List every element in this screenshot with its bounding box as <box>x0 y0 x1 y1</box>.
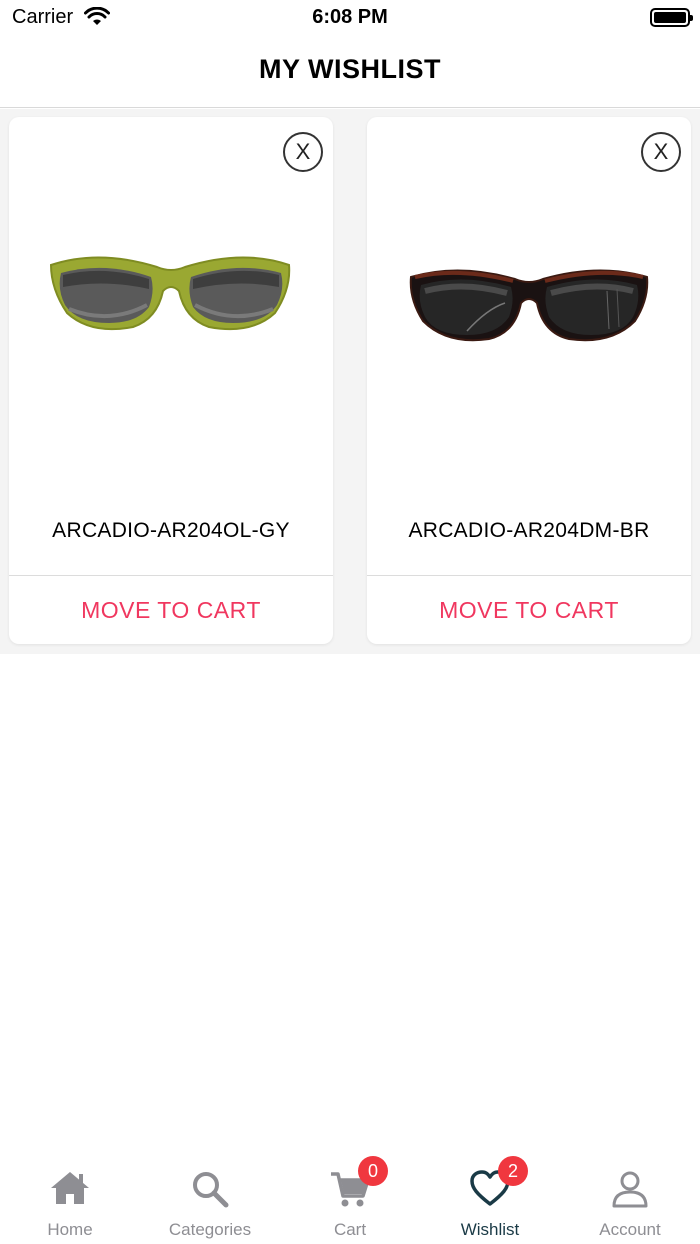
product-name: ARCADIO-AR204OL-GY <box>52 519 290 542</box>
product-name: ARCADIO-AR204DM-BR <box>408 519 650 542</box>
battery-icon <box>650 8 693 27</box>
wishlist-grid: X ARCADIO-AR204OL-GY MOVE TO CART X ARCA… <box>0 109 700 654</box>
user-icon <box>612 1171 648 1208</box>
move-to-cart-button[interactable]: MOVE TO CART <box>367 576 691 644</box>
navigation-header: MY WISHLIST <box>0 36 700 108</box>
remove-item-button[interactable]: X <box>641 132 681 172</box>
tab-label: Cart <box>333 1220 367 1239</box>
tab-label: Wishlist <box>460 1220 520 1239</box>
remove-item-button[interactable]: X <box>283 132 323 172</box>
product-image[interactable] <box>39 239 303 349</box>
tab-label: Categories <box>168 1220 252 1239</box>
tab-account[interactable]: Account <box>560 1164 700 1244</box>
search-icon <box>193 1172 229 1208</box>
status-bar: Carrier 6:08 PM <box>0 0 700 36</box>
page-title: MY WISHLIST <box>258 54 441 84</box>
tab-bar: Home Categories 0 Cart 2 Wishlist Accoun… <box>0 1156 700 1244</box>
home-icon <box>51 1172 89 1204</box>
tab-label: Home <box>47 1220 93 1239</box>
wishlist-card: X ARCADIO-AR204DM-BR MOVE TO CART <box>367 117 691 644</box>
clock: 6:08 PM <box>312 6 388 28</box>
tab-wishlist[interactable]: 2 Wishlist <box>420 1156 560 1244</box>
tab-categories[interactable]: Categories <box>140 1164 280 1244</box>
wishlist-card: X ARCADIO-AR204OL-GY MOVE TO CART <box>9 117 333 644</box>
move-to-cart-button[interactable]: MOVE TO CART <box>9 576 333 644</box>
product-image[interactable] <box>397 239 661 349</box>
tab-label: Account <box>599 1220 661 1239</box>
tab-cart[interactable]: 0 Cart <box>280 1156 420 1244</box>
cart-badge: 0 <box>358 1156 388 1186</box>
wishlist-badge: 2 <box>498 1156 528 1186</box>
tab-home[interactable]: Home <box>0 1164 140 1244</box>
